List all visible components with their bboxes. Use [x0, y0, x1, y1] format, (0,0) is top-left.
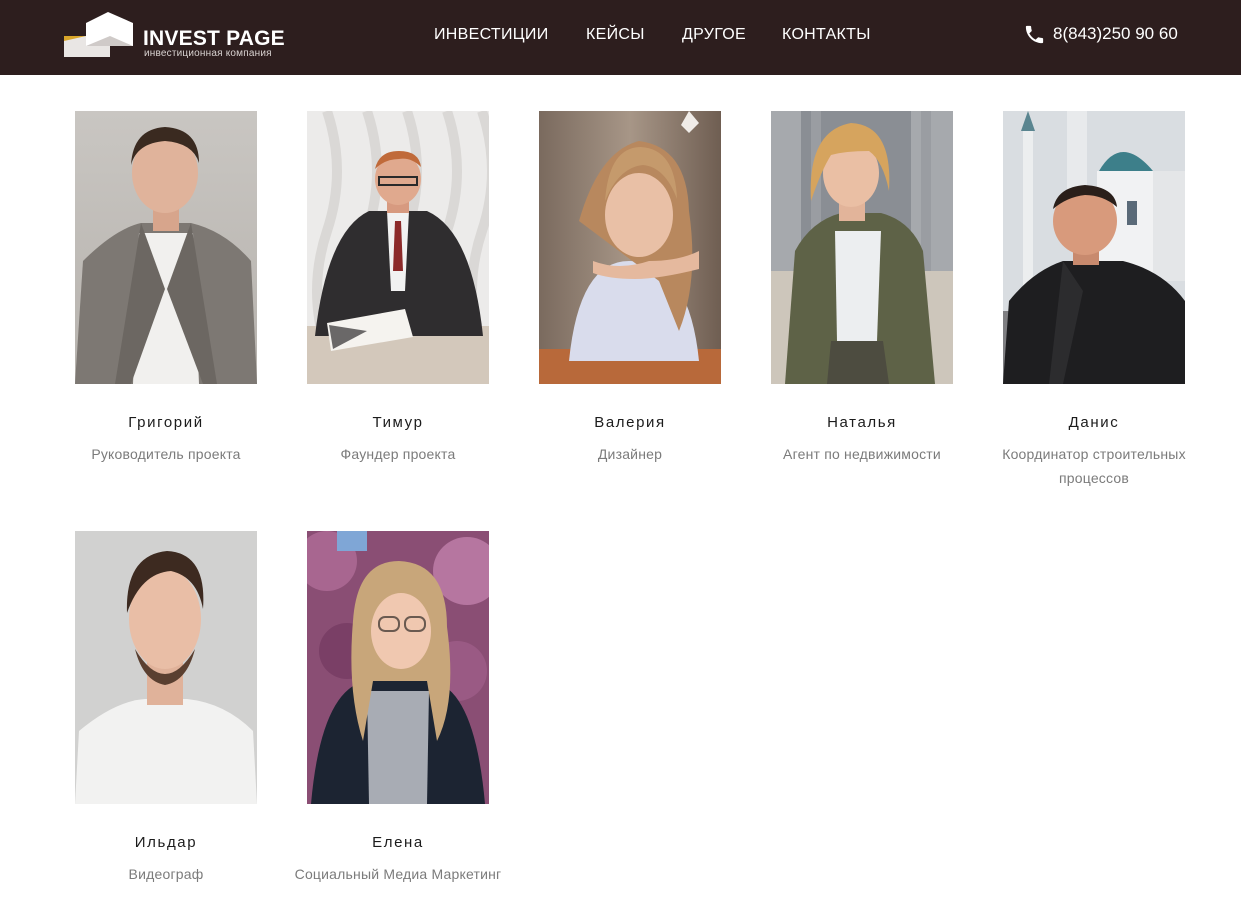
- nav-contacts[interactable]: КОНТАКТЫ: [782, 27, 871, 43]
- member-photo: [771, 111, 953, 384]
- nav-other[interactable]: ДРУГОЕ: [682, 27, 746, 43]
- member-photo: [539, 111, 721, 384]
- phone-number: 8(843)250 90 60: [1053, 24, 1178, 43]
- member-photo: [75, 531, 257, 804]
- logo-subtitle: инвестиционная компания: [144, 48, 272, 59]
- member-role: Видеограф: [128, 866, 204, 882]
- member-name: Наталья: [827, 414, 897, 431]
- member-name: Елена: [372, 834, 424, 851]
- member-role: Социальный Медиа Маркетинг: [294, 866, 502, 882]
- member-name: Данис: [1068, 414, 1120, 431]
- member-role: Дизайнер: [597, 446, 663, 462]
- member-name: Валерия: [594, 414, 666, 431]
- member-photo: [75, 111, 257, 384]
- logo-title: INVEST PAGE: [143, 27, 285, 50]
- member-role: Координатор строительных процессов: [1002, 446, 1186, 486]
- member-photo: [1003, 111, 1185, 384]
- member-photo: [307, 531, 489, 804]
- logo[interactable]: INVEST PAGE инвестиционная компания: [64, 11, 285, 61]
- member-photo: [307, 111, 489, 384]
- nav-investments[interactable]: ИНВЕСТИЦИИ: [434, 27, 549, 43]
- phone-icon: [1025, 25, 1044, 44]
- nav-cases[interactable]: КЕЙСЫ: [586, 27, 645, 43]
- member-role: Руководитель проекта: [91, 446, 241, 462]
- logo-house-icon: [64, 12, 133, 57]
- member-role: Агент по недвижимости: [783, 446, 941, 462]
- member-name: Ильдар: [134, 834, 198, 851]
- member-name: Григорий: [128, 414, 204, 431]
- site-header: INVEST PAGE инвестиционная компания ИНВЕ…: [0, 0, 1241, 75]
- member-role: Фаундер проекта: [340, 446, 456, 462]
- member-name: Тимур: [372, 414, 424, 431]
